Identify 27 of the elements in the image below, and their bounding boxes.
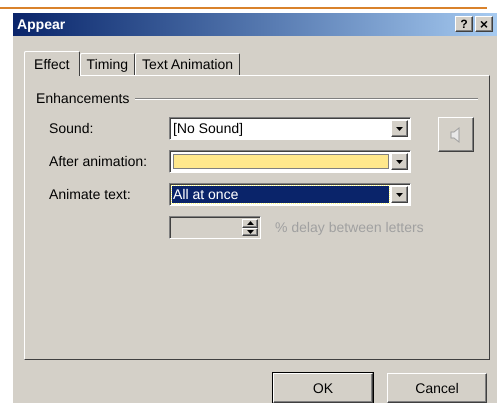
- tab[interactable]: Effect: [24, 51, 80, 76]
- speaker-icon: [450, 126, 462, 143]
- field-label: Animate text:: [49, 185, 132, 204]
- field-label: Sound:: [49, 119, 94, 138]
- tab[interactable]: Timing: [80, 53, 136, 76]
- dropdown-value: [No Sound]: [172, 120, 244, 138]
- dropdown-arrow-icon: [396, 192, 403, 197]
- dropdown-arrow-icon: [396, 126, 403, 131]
- window-title: Appear: [17, 14, 66, 34]
- dropdown-button[interactable]: [391, 120, 408, 138]
- up-arrow-icon: [246, 221, 254, 226]
- close-button[interactable]: ×: [475, 16, 493, 32]
- dropdown-arrow-icon: [246, 230, 254, 234]
- dropdown[interactable]: [169, 150, 411, 174]
- field-label: After animation:: [49, 152, 148, 172]
- dropdown-button[interactable]: [391, 186, 408, 204]
- group-title: Enhancements: [36, 89, 130, 108]
- dialog-button[interactable]: OK: [273, 373, 373, 403]
- tab[interactable]: Text Animation: [135, 53, 240, 76]
- dropdown-value: All at once: [172, 186, 389, 204]
- dropdown-button[interactable]: [391, 153, 408, 170]
- dropdown-arrow-icon: [396, 160, 403, 164]
- dialog-button[interactable]: Cancel: [387, 373, 487, 403]
- dropdown[interactable]: All at once: [169, 183, 411, 206]
- dropdown[interactable]: [No Sound]: [169, 117, 411, 140]
- help-button[interactable]: ?: [455, 16, 473, 32]
- sound-preview-button[interactable]: [438, 117, 474, 152]
